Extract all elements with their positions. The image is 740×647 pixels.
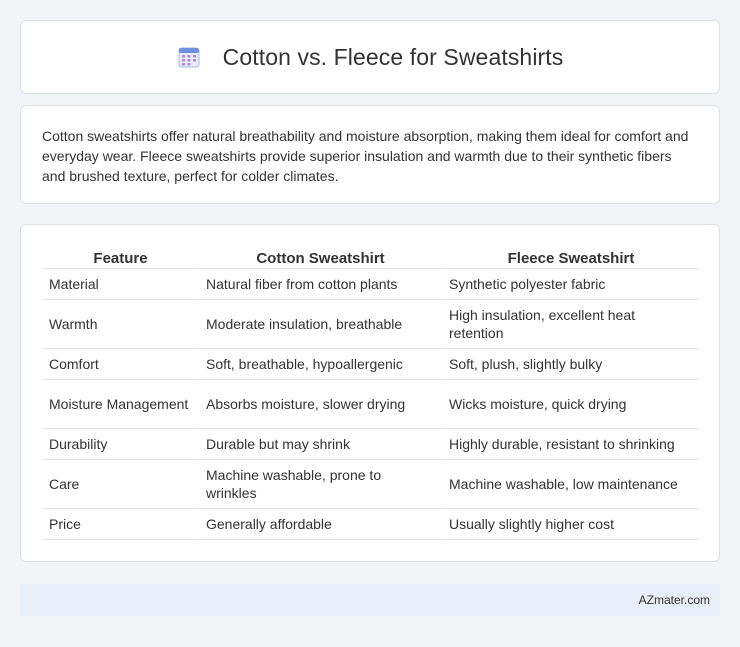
feature-cell: Durability bbox=[43, 429, 198, 460]
cotton-cell: Moderate insulation, breathable bbox=[198, 300, 441, 349]
intro-card: Cotton sweatshirts offer natural breatha… bbox=[20, 105, 720, 204]
table-row: Warmth Moderate insulation, breathable H… bbox=[43, 300, 699, 349]
fleece-cell: High insulation, excellent heat retentio… bbox=[441, 300, 699, 349]
fleece-cell: Usually slightly higher cost bbox=[441, 509, 699, 540]
feature-cell: Care bbox=[43, 460, 198, 509]
table-row: Care Machine washable, prone to wrinkles… bbox=[43, 460, 699, 509]
feature-cell: Price bbox=[43, 509, 198, 540]
title-wrap: Cotton vs. Fleece for Sweatshirts bbox=[177, 44, 564, 71]
fleece-cell: Soft, plush, slightly bulky bbox=[441, 349, 699, 380]
table-row: Price Generally affordable Usually sligh… bbox=[43, 509, 699, 540]
header-cotton: Cotton Sweatshirt bbox=[198, 245, 441, 269]
calendar-icon bbox=[177, 45, 201, 69]
fleece-cell: Machine washable, low maintenance bbox=[441, 460, 699, 509]
table-row: Comfort Soft, breathable, hypoallergenic… bbox=[43, 349, 699, 380]
cotton-cell: Soft, breathable, hypoallergenic bbox=[198, 349, 441, 380]
fleece-cell: Synthetic polyester fabric bbox=[441, 269, 699, 300]
table-row: Moisture Management Absorbs moisture, sl… bbox=[43, 380, 699, 429]
feature-cell: Material bbox=[43, 269, 198, 300]
feature-cell: Moisture Management bbox=[43, 380, 198, 429]
footer-site-link[interactable]: AZmater.com bbox=[639, 593, 710, 607]
header-feature: Feature bbox=[43, 245, 198, 269]
cotton-cell: Durable but may shrink bbox=[198, 429, 441, 460]
page-title: Cotton vs. Fleece for Sweatshirts bbox=[222, 43, 564, 70]
cotton-cell: Generally affordable bbox=[198, 509, 441, 540]
comparison-card: Feature Cotton Sweatshirt Fleece Sweatsh… bbox=[20, 224, 720, 562]
title-card: Cotton vs. Fleece for Sweatshirts bbox=[20, 20, 720, 94]
fleece-cell: Wicks moisture, quick drying bbox=[441, 380, 699, 429]
cotton-cell: Absorbs moisture, slower drying bbox=[198, 380, 441, 429]
cotton-cell: Machine washable, prone to wrinkles bbox=[198, 460, 441, 509]
feature-cell: Comfort bbox=[43, 349, 198, 380]
comparison-table: Feature Cotton Sweatshirt Fleece Sweatsh… bbox=[43, 245, 699, 540]
table-row: Material Natural fiber from cotton plant… bbox=[43, 269, 699, 300]
table-row: Durability Durable but may shrink Highly… bbox=[43, 429, 699, 460]
footer: AZmater.com bbox=[20, 584, 720, 616]
intro-text: Cotton sweatshirts offer natural breatha… bbox=[42, 128, 689, 184]
fleece-cell: Highly durable, resistant to shrinking bbox=[441, 429, 699, 460]
table-header-row: Feature Cotton Sweatshirt Fleece Sweatsh… bbox=[43, 245, 699, 269]
cotton-cell: Natural fiber from cotton plants bbox=[198, 269, 441, 300]
header-fleece: Fleece Sweatshirt bbox=[441, 245, 699, 269]
feature-cell: Warmth bbox=[43, 300, 198, 349]
